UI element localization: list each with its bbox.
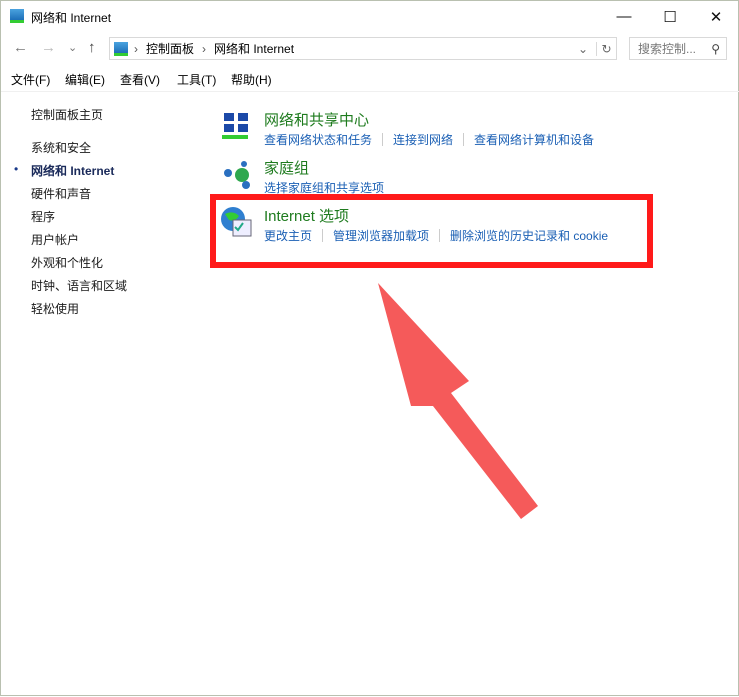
arrow-annotation (378, 283, 538, 519)
